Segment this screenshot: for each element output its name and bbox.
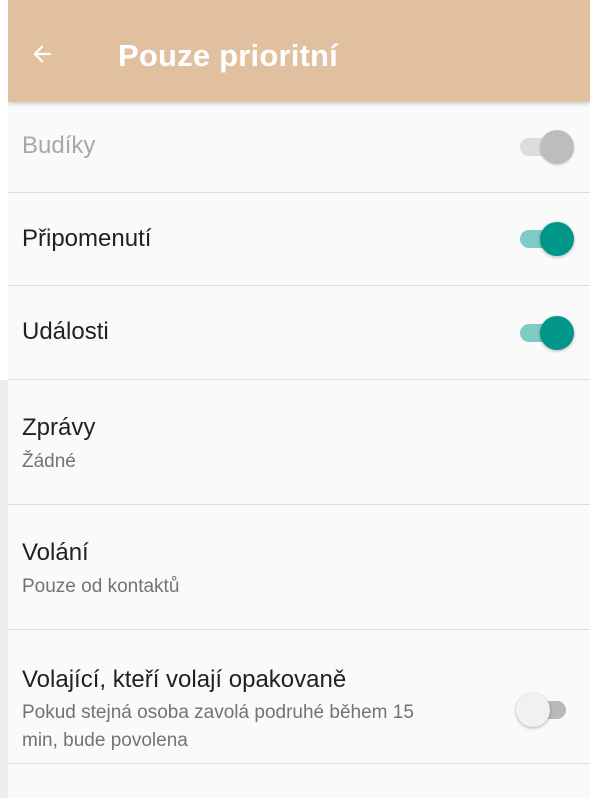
setting-label: Události (22, 318, 109, 345)
repeat-callers-toggle[interactable] (516, 690, 576, 730)
setting-row-alarms: Budíky (8, 102, 590, 193)
setting-label: Budíky (22, 132, 96, 159)
setting-label: Připomenutí (22, 225, 152, 252)
setting-row-reminders[interactable]: Připomenutí (8, 193, 590, 286)
alarms-toggle[interactable] (516, 127, 576, 167)
setting-label: Zprávy (22, 414, 96, 441)
page-title: Pouze prioritní (118, 38, 338, 73)
setting-summary: Pokud stejná osoba zavolá podruhé během … (22, 702, 414, 751)
screenshot-frame: Pouze prioritní Budíky Připomenutí Událo… (0, 0, 590, 798)
toggle-thumb (540, 130, 574, 164)
setting-label: Volání (22, 539, 89, 566)
toggle-thumb (516, 693, 550, 727)
events-toggle[interactable] (516, 313, 576, 353)
setting-row-messages[interactable]: Zprávy Žádné (8, 380, 590, 505)
setting-label: Volající, kteří volají opakovaně (22, 666, 347, 693)
setting-row-events[interactable]: Události (8, 286, 590, 380)
setting-row-calls[interactable]: Volání Pouze od kontaktů (8, 505, 590, 630)
setting-summary: Žádné (22, 451, 76, 472)
settings-screen: Pouze prioritní Budíky Připomenutí Událo… (8, 0, 590, 798)
arrow-back-icon (33, 45, 51, 63)
toggle-thumb (540, 222, 574, 256)
app-bar: Pouze prioritní (8, 0, 590, 102)
back-button[interactable] (22, 34, 62, 74)
setting-summary: Pouze od kontaktů (22, 576, 180, 597)
settings-list: Budíky Připomenutí Události Zprávy Žádné… (8, 102, 590, 764)
setting-row-repeat-callers[interactable]: Volající, kteří volají opakovaně Pokud s… (8, 630, 590, 764)
toggle-thumb (540, 316, 574, 350)
reminders-toggle[interactable] (516, 219, 576, 259)
